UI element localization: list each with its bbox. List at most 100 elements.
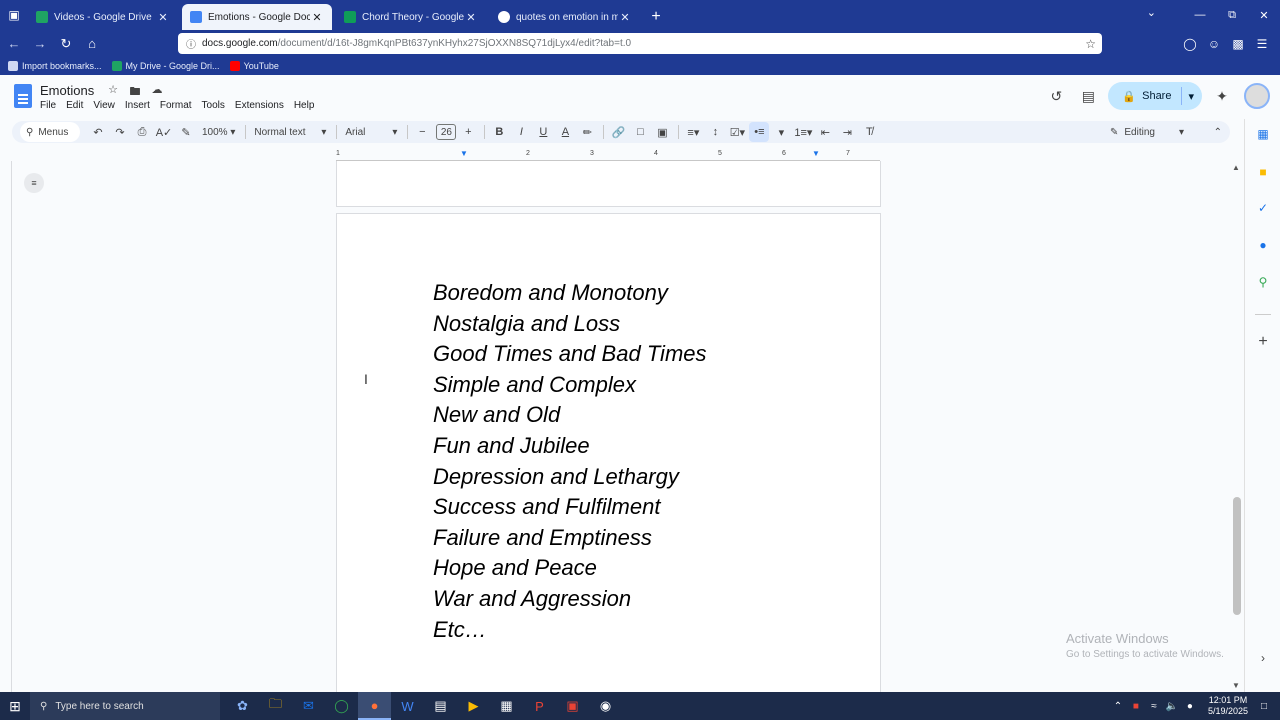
style-select[interactable]: Normal text ▾	[250, 122, 330, 142]
video-editor-icon[interactable]: ▣	[556, 692, 589, 720]
site-info-icon[interactable]: ⓘ	[186, 36, 196, 51]
document-outline-icon[interactable]: ≡	[24, 173, 44, 193]
horizontal-ruler[interactable]: 1 2 3 4 5 6 7 ▼ ▼	[336, 149, 880, 161]
scrollbar-thumb[interactable]	[1233, 497, 1241, 615]
address-bar[interactable]: ⓘ docs.google.com/document/d/16t-J8gmKqn…	[178, 33, 1102, 54]
docs-home-icon[interactable]	[14, 84, 32, 108]
scroll-down-icon[interactable]: ▼	[1232, 681, 1240, 690]
close-tab-icon[interactable]: ✕	[156, 11, 170, 24]
menu-edit[interactable]: Edit	[66, 100, 83, 111]
vertical-ruler[interactable]	[0, 161, 12, 692]
document-title[interactable]: Emotions	[40, 83, 94, 98]
taskbar-clock[interactable]: 12:01 PM 5/19/2025	[1208, 695, 1248, 717]
line-spacing-icon[interactable]: ↕	[705, 122, 725, 142]
bookmark-youtube[interactable]: YouTube	[229, 61, 279, 71]
restore-icon[interactable]: ⧉	[1216, 0, 1248, 30]
previous-page[interactable]	[336, 161, 881, 207]
browser-tab-sheets[interactable]: Chord Theory - Google Sheets ✕	[336, 4, 486, 30]
reload-icon[interactable]: ↻	[54, 32, 78, 56]
taskbar-search[interactable]: ⚲ Type here to search	[30, 692, 220, 720]
close-tab-icon[interactable]: ✕	[464, 11, 478, 24]
text-line[interactable]: New and Old	[433, 400, 707, 431]
highlight-color-icon[interactable]: ✏	[577, 122, 597, 142]
file-explorer-icon[interactable]: 🗀	[259, 692, 292, 720]
close-window-icon[interactable]: ✕	[1248, 0, 1280, 30]
menu-format[interactable]: Format	[160, 100, 192, 111]
calendar-icon[interactable]: ▦	[1254, 125, 1272, 143]
text-line[interactable]: Nostalgia and Loss	[433, 309, 707, 340]
text-line[interactable]: Depression and Lethargy	[433, 462, 707, 493]
word-icon[interactable]: W	[391, 692, 424, 720]
text-line[interactable]: Failure and Emptiness	[433, 523, 707, 554]
outlook-icon[interactable]: ✉	[292, 692, 325, 720]
document-canvas[interactable]: ≡ Boredom and Monotony Nostalgia and Los…	[12, 161, 1230, 692]
undo-icon[interactable]: ↶	[88, 122, 108, 142]
redo-icon[interactable]: ↷	[110, 122, 130, 142]
tasks-icon[interactable]: ✓	[1254, 199, 1272, 217]
increase-indent-icon[interactable]: ⇥	[837, 122, 857, 142]
menu-tools[interactable]: Tools	[202, 100, 225, 111]
avatar[interactable]	[1244, 83, 1270, 109]
text-line[interactable]: Hope and Peace	[433, 553, 707, 584]
editing-mode-select[interactable]: ✎ Editing ▾	[1110, 121, 1184, 143]
scroll-up-icon[interactable]: ▲	[1232, 163, 1240, 172]
text-line[interactable]: Simple and Complex	[433, 370, 707, 401]
bulleted-list-chevron-icon[interactable]: ▾	[771, 122, 791, 142]
bookmark-my-drive[interactable]: My Drive - Google Dri...	[111, 61, 220, 71]
text-line[interactable]: Etc…	[433, 615, 707, 646]
insert-image-icon[interactable]: ▣	[652, 122, 672, 142]
increase-font-size-icon[interactable]: +	[458, 122, 478, 142]
contacts-icon[interactable]: ●	[1254, 236, 1272, 254]
bold-icon[interactable]: B	[489, 122, 509, 142]
menu-icon[interactable]: ☰	[1250, 33, 1274, 54]
paint-format-icon[interactable]: ✎	[176, 122, 196, 142]
menu-view[interactable]: View	[93, 100, 115, 111]
indent-marker-icon[interactable]: ▼	[460, 149, 468, 158]
font-select[interactable]: Arial ▾	[341, 122, 401, 142]
text-color-icon[interactable]: A	[555, 122, 575, 142]
powerpoint-icon[interactable]: P	[523, 692, 556, 720]
obs-icon[interactable]: ◉	[589, 692, 622, 720]
document-text[interactable]: Boredom and Monotony Nostalgia and Loss …	[433, 278, 707, 645]
document-scrollbar[interactable]: ▲ ▼	[1230, 161, 1244, 692]
menu-file[interactable]: File	[40, 100, 56, 111]
share-button[interactable]: 🔒 Share ▾	[1108, 82, 1202, 110]
firefox-icon[interactable]: ●	[358, 692, 391, 720]
bookmark-star-icon[interactable]: ☆	[1085, 37, 1096, 51]
close-tab-icon[interactable]: ✕	[310, 11, 324, 24]
right-margin-marker-icon[interactable]: ▼	[812, 149, 820, 158]
maps-icon[interactable]: ⚲	[1254, 273, 1272, 291]
media-player-icon[interactable]: ▶	[457, 692, 490, 720]
text-line[interactable]: Good Times and Bad Times	[433, 339, 707, 370]
version-history-icon[interactable]: ↺	[1040, 80, 1072, 112]
text-line[interactable]: War and Aggression	[433, 584, 707, 615]
gemini-icon[interactable]: ✦	[1206, 80, 1238, 112]
insert-link-icon[interactable]: 🔗	[608, 122, 628, 142]
tray-app-icon[interactable]: ■	[1128, 701, 1144, 712]
comments-icon[interactable]: ▤	[1072, 80, 1104, 112]
numbered-list-icon[interactable]: 1≡▾	[793, 122, 813, 142]
menu-extensions[interactable]: Extensions	[235, 100, 284, 111]
text-line[interactable]: Boredom and Monotony	[433, 278, 707, 309]
volume-icon[interactable]: 🔈	[1164, 701, 1180, 712]
edge-icon[interactable]: ◯	[325, 692, 358, 720]
checklist-icon[interactable]: ☑▾	[727, 122, 747, 142]
font-size-input[interactable]: 26	[436, 124, 457, 140]
menus-search[interactable]: ⚲ Menus	[20, 122, 80, 142]
extensions-icon[interactable]: ▩	[1226, 33, 1250, 54]
document-page[interactable]: Boredom and Monotony Nostalgia and Loss …	[336, 213, 881, 692]
browser-tab-search[interactable]: quotes on emotion in music - G ✕	[490, 4, 640, 30]
menu-help[interactable]: Help	[294, 100, 315, 111]
decrease-indent-icon[interactable]: ⇤	[815, 122, 835, 142]
network-icon[interactable]: ≈	[1146, 701, 1162, 712]
tab-search-icon[interactable]: ▣	[0, 0, 28, 30]
tab-list-chevron-icon[interactable]: ⌄	[1147, 6, 1156, 19]
windows-start-icon[interactable]: ⊞	[0, 692, 30, 720]
new-tab-button[interactable]: +	[644, 4, 668, 30]
expand-panel-icon[interactable]: ›	[1254, 649, 1272, 667]
bulleted-list-icon[interactable]: •≡	[749, 122, 770, 142]
forward-icon[interactable]: →	[28, 32, 52, 56]
menu-insert[interactable]: Insert	[125, 100, 150, 111]
decrease-font-size-icon[interactable]: −	[412, 122, 432, 142]
add-comment-icon[interactable]: □	[630, 122, 650, 142]
